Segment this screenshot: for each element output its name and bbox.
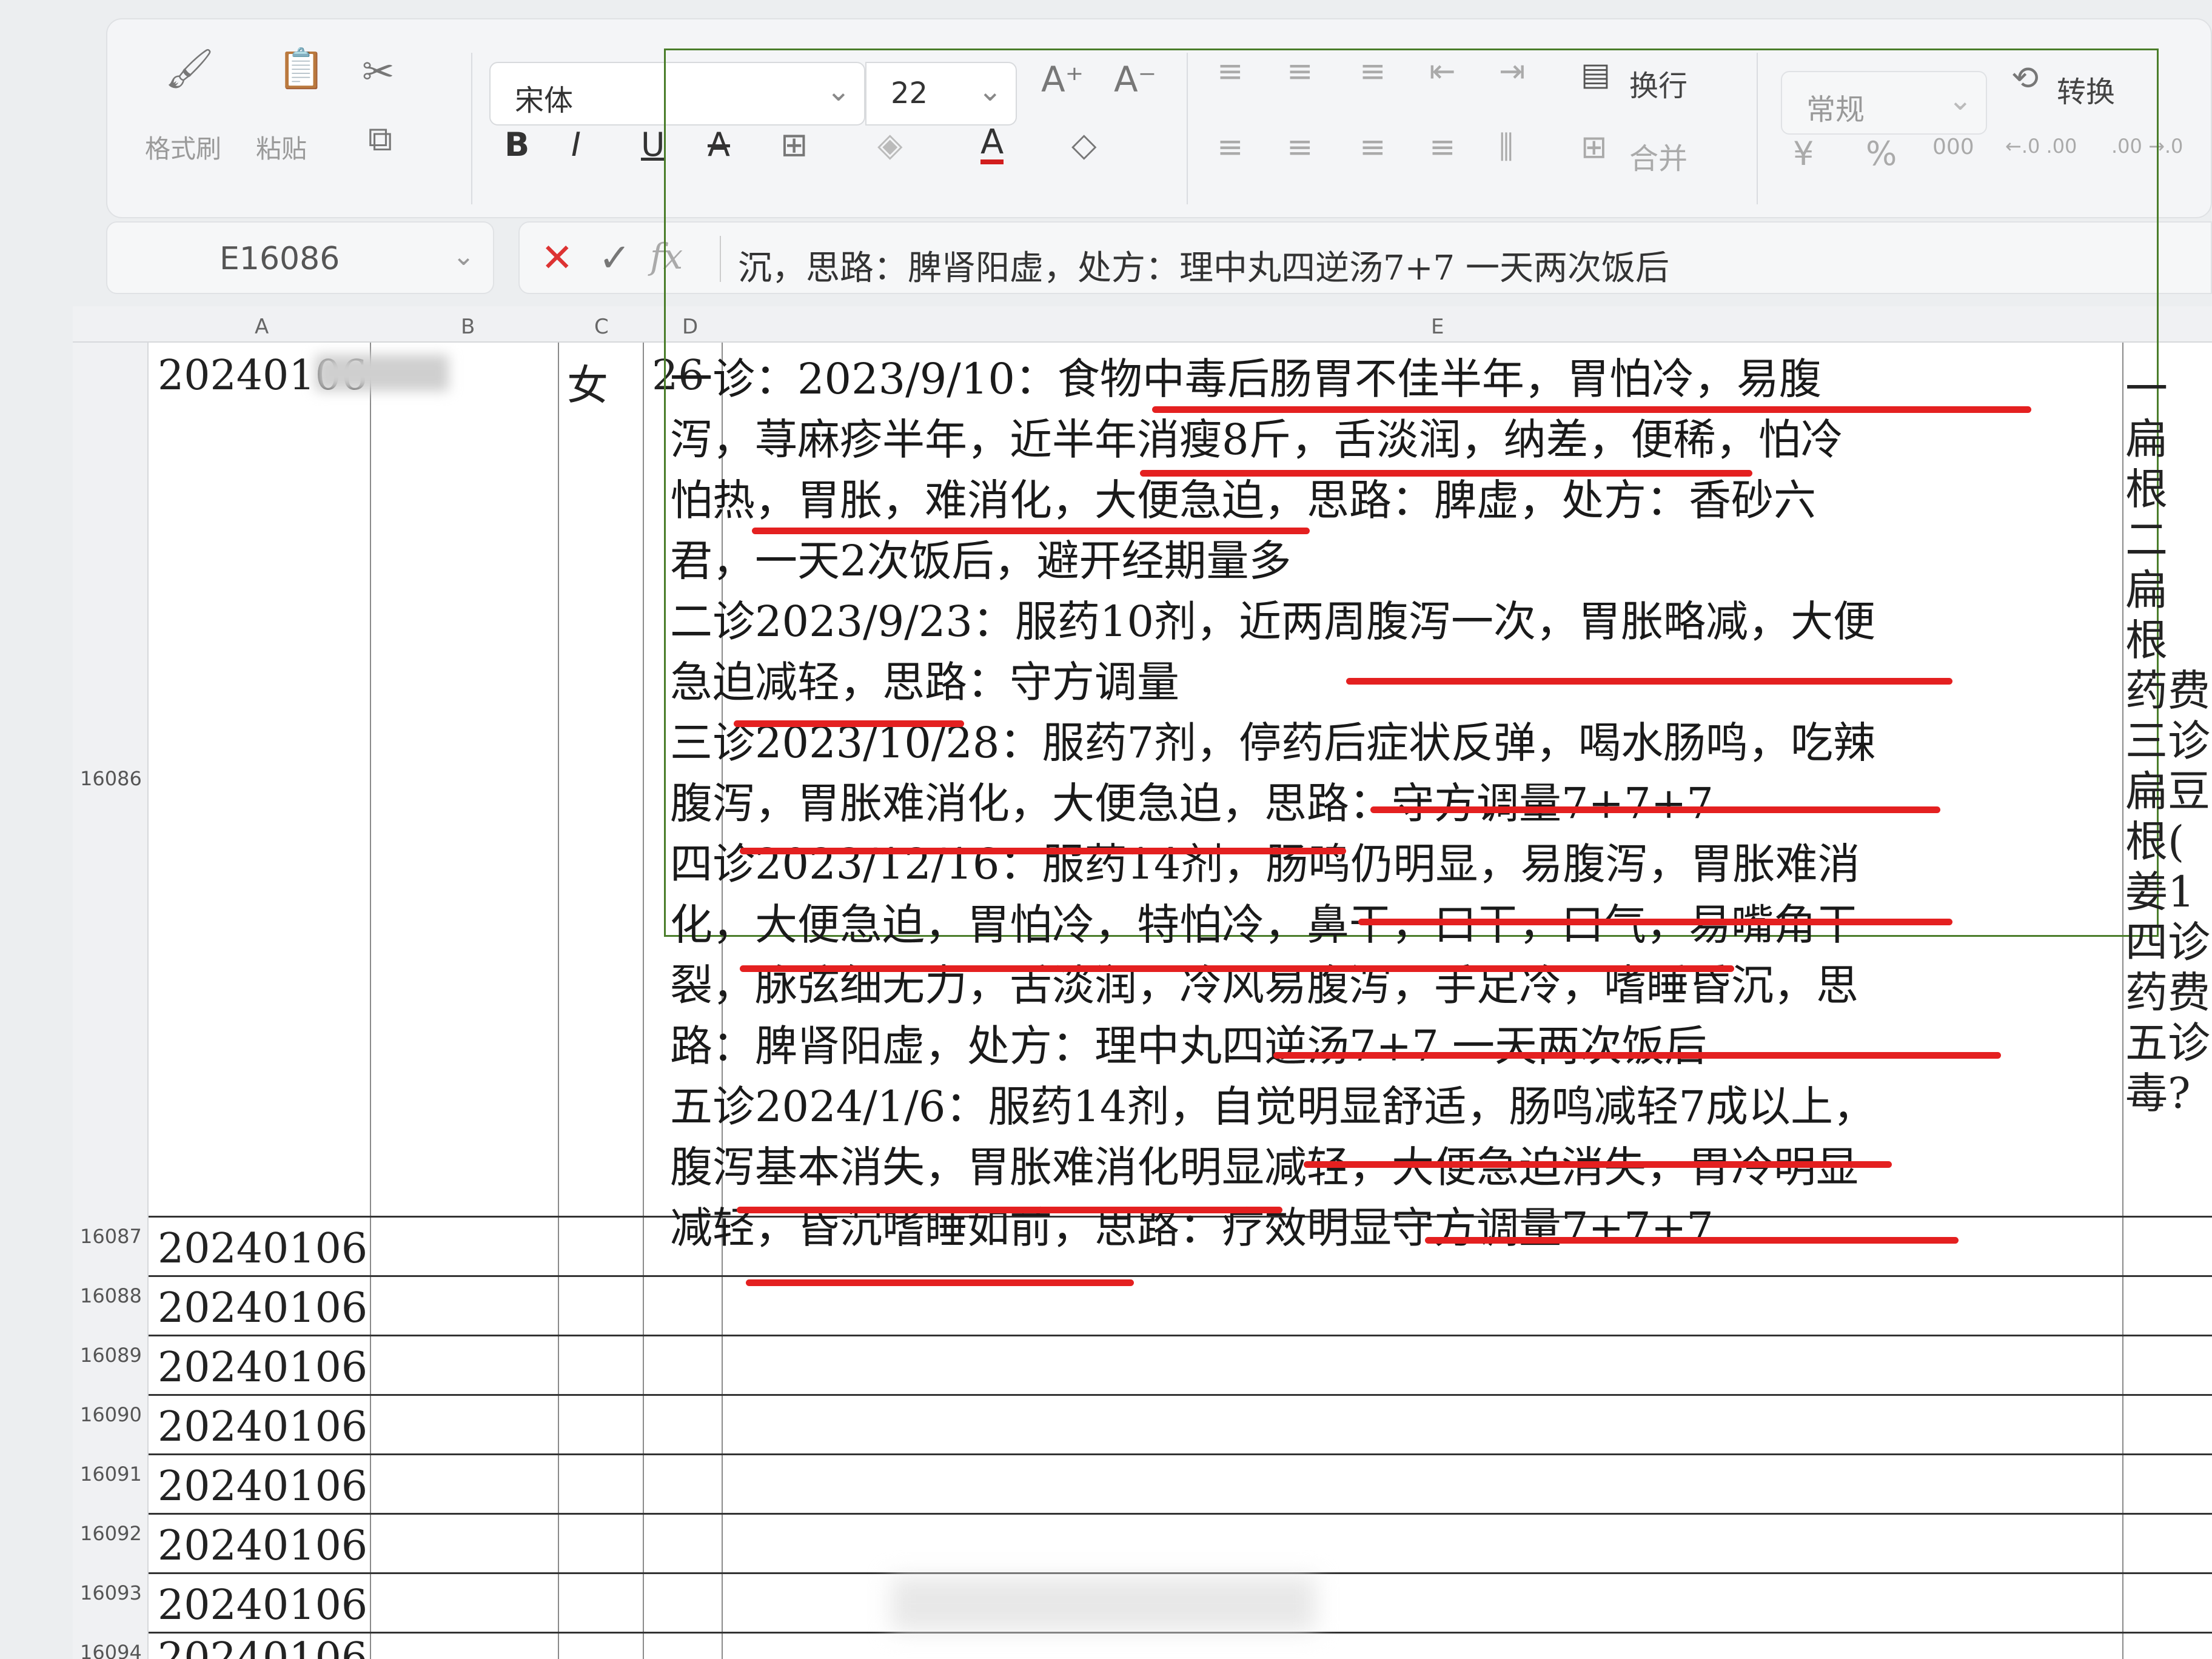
name-box[interactable]: E16086 ⌄ bbox=[106, 221, 494, 294]
grid-line bbox=[149, 1572, 2212, 1574]
note-line: 泻，荨麻疹半年，近半年消瘦8斤，舌淡润，纳差，便稀，怕冷 bbox=[670, 415, 1843, 464]
row-header[interactable]: 16092 bbox=[80, 1522, 142, 1545]
row-header-bar: 16086 16087 16088 16089 16090 16091 1609… bbox=[73, 343, 149, 1659]
note-line: 二诊2023/9/23：服药10剂，近两周腹泻一次，胃胀略减，大便 bbox=[670, 597, 1875, 646]
fragment-line: 毒? bbox=[2125, 1068, 2191, 1118]
note-line: 腹泻，胃胀难消化，大便急迫，思路：守方调量7+7+7 bbox=[670, 779, 1714, 828]
cancel-icon[interactable]: ✕ bbox=[541, 236, 574, 281]
fragment-line: 扁 bbox=[2125, 414, 2168, 464]
red-underline bbox=[746, 1279, 1134, 1286]
grid-line bbox=[149, 1513, 2212, 1515]
grid-line bbox=[149, 1275, 2212, 1277]
fragment-line: 姜1 bbox=[2125, 867, 2195, 917]
grid-line bbox=[149, 1453, 2212, 1455]
red-underline bbox=[1425, 1237, 1959, 1244]
row-header[interactable]: 16088 bbox=[80, 1284, 142, 1307]
fragment-line: 根( bbox=[2125, 817, 2185, 866]
column-header-b[interactable]: B bbox=[461, 315, 475, 339]
column-header-c[interactable]: C bbox=[594, 315, 609, 339]
italic-button[interactable]: I bbox=[571, 129, 581, 161]
format-painter-label[interactable]: 格式刷 bbox=[145, 129, 221, 166]
cell-f-fragments[interactable]: 一 扁 根 二 扁 根 药费 三诊 扁豆 根( 姜1 四诊 药费 五诊 毒? bbox=[2125, 364, 2212, 1119]
redacted-name bbox=[315, 355, 449, 391]
note-line: 五诊2024/1/6：服药14剂，自觉明显舒适，肠鸣减轻7成以上， bbox=[670, 1082, 1875, 1131]
fragment-line: 药费 bbox=[2125, 968, 2210, 1017]
column-header-a[interactable]: A bbox=[255, 315, 269, 339]
copy-icon[interactable]: ⧉ bbox=[368, 122, 392, 156]
fragment-line: 一 bbox=[2125, 364, 2168, 414]
fragment-line: 二 bbox=[2125, 515, 2168, 565]
red-underline bbox=[1358, 919, 1952, 925]
grid-line bbox=[149, 1394, 2212, 1396]
row-header[interactable]: 16093 bbox=[80, 1581, 142, 1604]
cell-c-gender[interactable]: 女 bbox=[567, 352, 608, 412]
fragment-line: 扁 bbox=[2125, 565, 2168, 615]
note-line: 四诊2023/12/16：服药14剂，肠鸣仍明显，易腹泻，胃胀难消 bbox=[670, 839, 1860, 889]
cell-a-date[interactable]: 20240106 bbox=[158, 1225, 367, 1273]
fragment-line: 药费 bbox=[2125, 666, 2210, 716]
format-painter-icon[interactable]: 🖌 bbox=[165, 50, 214, 89]
row-header[interactable]: 16089 bbox=[80, 1344, 142, 1367]
fragment-line: 根 bbox=[2125, 615, 2168, 665]
red-underline bbox=[752, 528, 1310, 534]
paste-icon[interactable]: 📋 bbox=[277, 50, 326, 89]
grid-line bbox=[149, 1632, 2212, 1634]
cell-a-date[interactable]: 20240106 bbox=[158, 1634, 367, 1659]
red-underline bbox=[740, 965, 1734, 972]
underline-button[interactable]: U bbox=[641, 129, 665, 161]
note-line: 路：脾肾阳虚，处方：理中丸四逆汤7+7 一天两次饭后 bbox=[670, 1021, 1707, 1071]
cell-a-date[interactable]: 20240106 bbox=[158, 1403, 367, 1451]
red-underline bbox=[1370, 806, 1940, 813]
grid-line bbox=[149, 1335, 2212, 1336]
red-underline bbox=[1152, 406, 2031, 413]
red-underline bbox=[1273, 1052, 2001, 1059]
cell-a-date[interactable]: 20240106 bbox=[158, 1581, 367, 1629]
red-underline bbox=[1346, 678, 1952, 685]
ribbon-divider bbox=[471, 53, 472, 204]
red-underline bbox=[737, 1207, 1282, 1213]
cell-a-date[interactable]: 20240106 bbox=[158, 1344, 367, 1392]
fragment-line: 根 bbox=[2125, 464, 2168, 514]
screen-glare bbox=[891, 1577, 1316, 1631]
note-line: 一诊：2023/9/10：食物中毒后肠胃不佳半年，胃怕冷，易腹 bbox=[670, 354, 1822, 404]
bold-button[interactable]: B bbox=[504, 129, 529, 161]
grid-line bbox=[370, 343, 371, 1659]
paste-label[interactable]: 粘贴 bbox=[256, 129, 307, 166]
fragment-line: 四诊 bbox=[2125, 917, 2210, 967]
red-underline bbox=[734, 720, 964, 727]
cell-a-date[interactable]: 20240106 bbox=[158, 1284, 367, 1332]
row-header[interactable]: 16094 bbox=[80, 1641, 142, 1659]
cell-e-note[interactable]: 一诊：2023/9/10：食物中毒后肠胃不佳半年，胃怕冷，易腹 泻，荨麻疹半年，… bbox=[670, 349, 2113, 1258]
row-header[interactable]: 16087 bbox=[80, 1225, 142, 1248]
confirm-icon[interactable]: ✓ bbox=[598, 236, 631, 281]
red-underline bbox=[740, 848, 1346, 854]
grid-line bbox=[643, 343, 644, 1659]
note-line: 怕热，胃胀，难消化，大便急迫，思路：脾虚，处方：香砂六 bbox=[670, 475, 1816, 525]
note-line: 君，一天2次饭后，避开经期量多 bbox=[670, 536, 1292, 586]
fragment-line: 五诊 bbox=[2125, 1018, 2210, 1068]
red-underline bbox=[1140, 470, 1752, 477]
cell-reference: E16086 bbox=[220, 241, 340, 277]
cell-a-date[interactable]: 20240106 bbox=[158, 1522, 367, 1570]
grid-line bbox=[558, 343, 559, 1659]
note-line: 裂，脉弦细无力，舌淡润，冷风易腹泻，手足冷，嗜睡昏沉，思 bbox=[670, 960, 1858, 1010]
fragment-line: 三诊 bbox=[2125, 716, 2210, 766]
row-header[interactable]: 16086 bbox=[80, 767, 142, 790]
row-header[interactable]: 16090 bbox=[80, 1403, 142, 1426]
font-name-value: 宋体 bbox=[515, 84, 574, 118]
row-header[interactable]: 16091 bbox=[80, 1463, 142, 1486]
fragment-line: 扁豆 bbox=[2125, 766, 2210, 816]
chevron-down-icon: ⌄ bbox=[452, 241, 475, 272]
cell-a-date[interactable]: 20240106 bbox=[158, 1463, 367, 1510]
red-underline bbox=[1304, 1161, 1892, 1168]
cut-icon[interactable]: ✂ bbox=[362, 53, 395, 92]
